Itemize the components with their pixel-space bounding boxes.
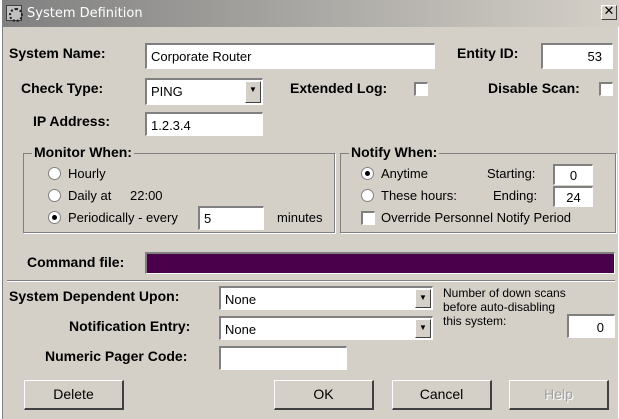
check-type-select[interactable]: PING ▼	[145, 78, 263, 105]
system-settings-icon	[6, 5, 23, 22]
delete-button[interactable]: Delete	[24, 380, 124, 410]
these-hours-radio[interactable]	[361, 189, 374, 202]
starting-field[interactable]: 0	[553, 164, 593, 185]
check-type-value: PING	[151, 84, 183, 99]
disable-scan-checkbox[interactable]	[599, 82, 613, 96]
command-file-label: Command file:	[27, 254, 125, 270]
daily-time-value[interactable]: 22:00	[130, 188, 163, 203]
daily-radio[interactable]	[48, 189, 61, 202]
ip-address-label: IP Address:	[33, 113, 111, 129]
notification-entry-value: None	[225, 322, 257, 337]
divider	[7, 280, 615, 282]
system-name-field[interactable]: Corporate Router	[145, 43, 435, 69]
daily-label: Daily at	[68, 188, 112, 203]
override-checkbox[interactable]	[361, 211, 375, 225]
period-field[interactable]: 5	[198, 206, 264, 230]
system-name-label: System Name:	[9, 45, 106, 61]
hourly-label: Hourly	[68, 166, 106, 181]
anytime-radio[interactable]	[361, 167, 374, 180]
minutes-label: minutes	[277, 210, 323, 225]
disable-scan-label: Disable Scan:	[488, 80, 580, 96]
cancel-button[interactable]: Cancel	[392, 380, 492, 410]
periodically-label: Periodically - every	[68, 210, 178, 225]
command-file-field[interactable]	[145, 252, 615, 274]
down-scans-line3: this system:	[443, 314, 507, 328]
chevron-down-icon[interactable]: ▼	[245, 81, 261, 103]
anytime-label: Anytime	[381, 166, 428, 181]
chevron-down-icon[interactable]: ▼	[415, 319, 431, 338]
starting-label: Starting:	[487, 166, 536, 181]
down-scans-field[interactable]: 0	[567, 314, 615, 338]
down-scans-line2: before auto-disabling	[443, 300, 556, 314]
down-scans-line1: Number of down scans	[443, 286, 566, 300]
override-label: Override Personnel Notify Period	[381, 210, 572, 225]
notification-entry-select[interactable]: None ▼	[219, 316, 433, 340]
help-button[interactable]: Help	[509, 380, 609, 410]
hourly-radio[interactable]	[48, 167, 61, 180]
close-button[interactable]: ✕	[601, 5, 617, 20]
chevron-down-icon[interactable]: ▼	[415, 289, 431, 308]
these-hours-label: These hours:	[381, 188, 457, 203]
window-title: System Definition	[27, 6, 143, 21]
system-definition-dialog: System Definition ✕ System Name: Corpora…	[2, 0, 619, 419]
ending-field[interactable]: 24	[553, 186, 593, 207]
ending-label: Ending:	[493, 188, 538, 203]
entity-id-label: Entity ID:	[457, 45, 519, 61]
periodically-radio[interactable]	[48, 211, 61, 224]
numeric-pager-field[interactable]	[219, 346, 347, 370]
title-bar[interactable]: System Definition ✕	[3, 0, 619, 27]
entity-id-field[interactable]: 53	[541, 43, 613, 69]
monitor-when-title: Monitor When:	[32, 144, 134, 160]
monitor-when-group: Monitor When: Hourly Daily at 22:00 Peri…	[23, 144, 335, 233]
ip-address-field[interactable]: 1.2.3.4	[145, 112, 263, 136]
system-dependent-label: System Dependent Upon:	[9, 288, 180, 304]
system-dependent-value: None	[225, 292, 257, 307]
ok-button[interactable]: OK	[274, 380, 374, 410]
system-dependent-select[interactable]: None ▼	[219, 286, 433, 310]
extended-log-label: Extended Log:	[290, 80, 388, 96]
notification-entry-label: Notification Entry:	[69, 318, 191, 334]
notify-when-title: Notify When:	[349, 144, 440, 160]
notify-when-group: Notify When: Anytime Starting: 0 These h…	[340, 144, 616, 233]
numeric-pager-label: Numeric Pager Code:	[45, 348, 188, 364]
extended-log-checkbox[interactable]	[414, 82, 428, 96]
check-type-label: Check Type:	[21, 80, 104, 96]
